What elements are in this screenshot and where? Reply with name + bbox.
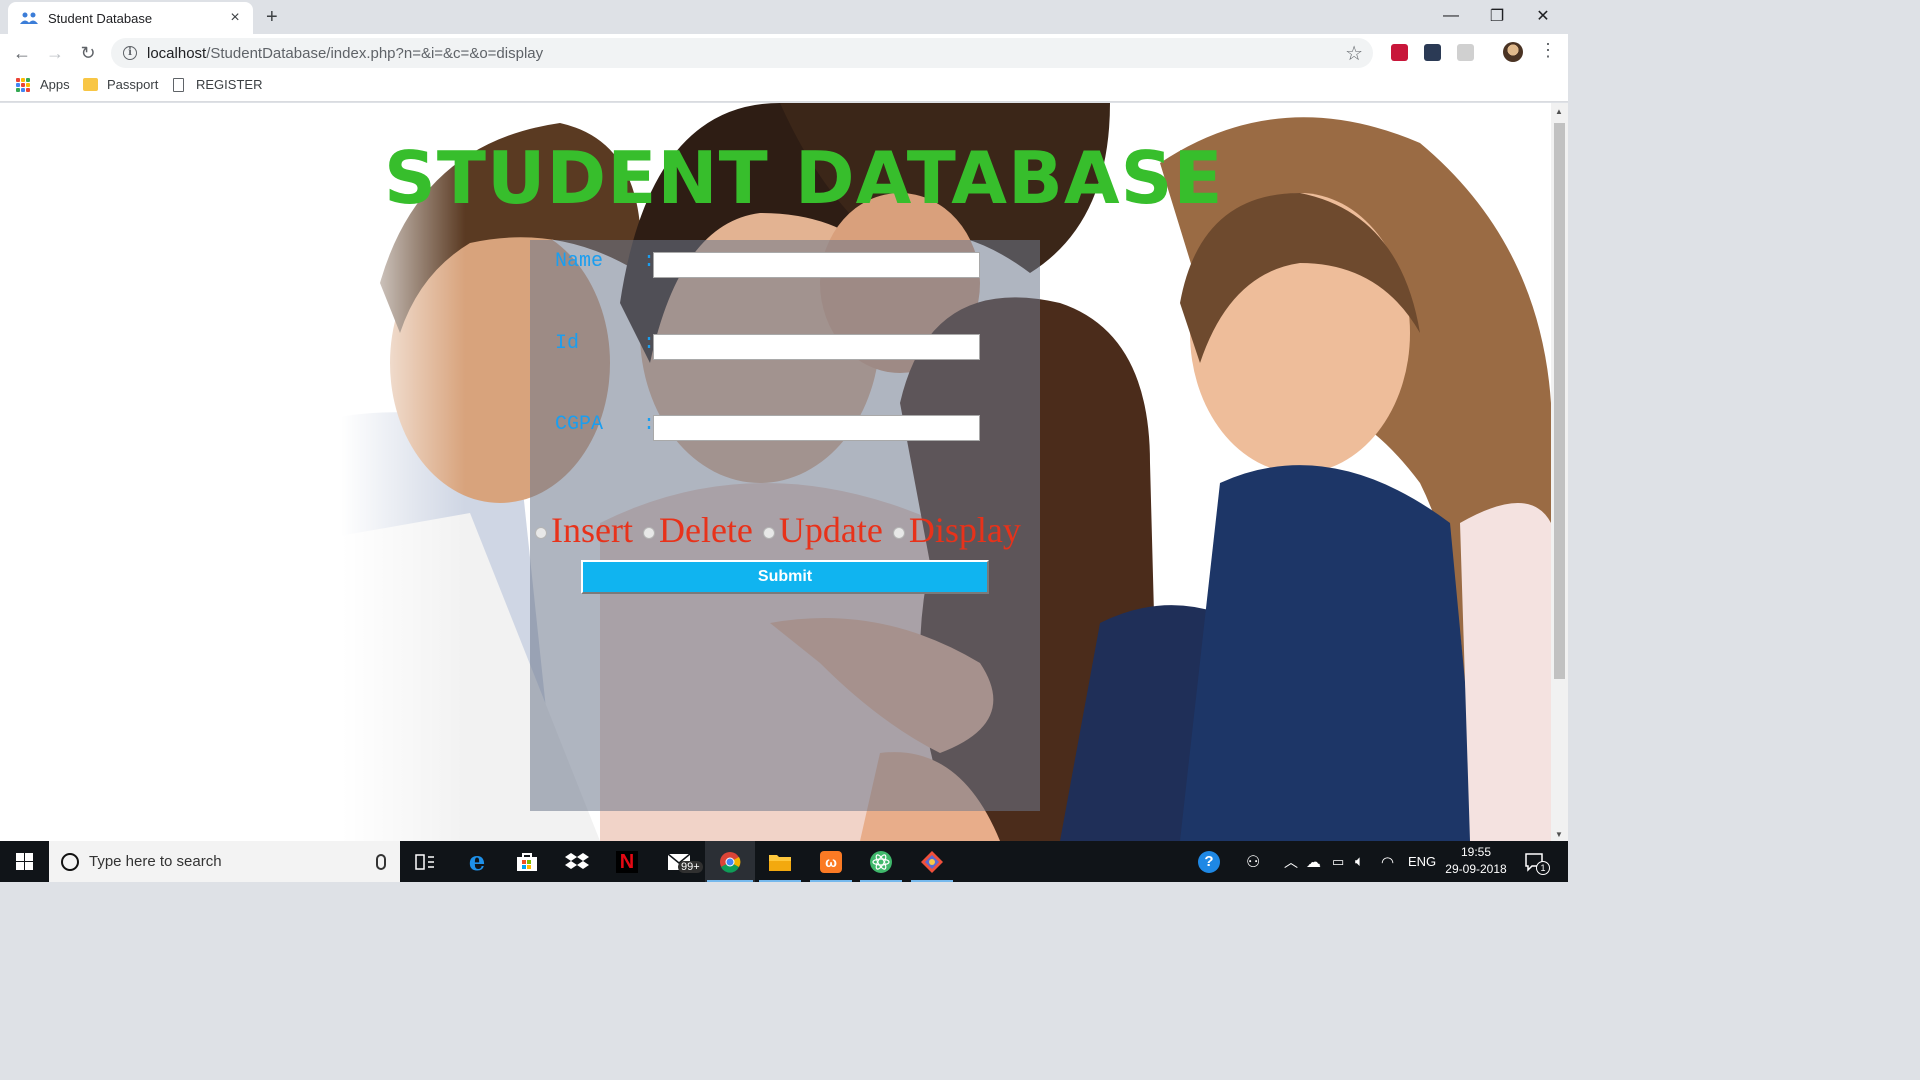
radio-insert-dot[interactable]: [535, 527, 547, 539]
scrollbar-thumb[interactable]: [1554, 123, 1565, 679]
radio-delete[interactable]: Delete: [642, 509, 753, 551]
mail-badge: 99+: [678, 861, 703, 873]
xampp-icon[interactable]: ω: [806, 841, 856, 882]
windows-taskbar: Type here to search e N 99+ ω ? ⚇ ︿ ☁ ▭ …: [0, 841, 1568, 882]
bookmark-star-icon[interactable]: ☆: [1345, 41, 1363, 66]
extension-grey-icon[interactable]: [1457, 44, 1474, 61]
forward-icon[interactable]: →: [42, 40, 68, 66]
windows-logo-icon: [15, 853, 33, 870]
submit-button[interactable]: Submit: [581, 560, 989, 594]
radio-insert-label: Insert: [551, 510, 633, 550]
student-form-panel: Name : Id : CGPA : Insert Delete Update: [530, 240, 1040, 811]
address-bar[interactable]: i localhost/StudentDatabase/index.php?n=…: [111, 38, 1373, 68]
apps-grid-icon: [16, 77, 30, 92]
action-center-icon[interactable]: 1: [1524, 841, 1550, 882]
notification-count: 1: [1536, 861, 1550, 875]
radio-update[interactable]: Update: [762, 509, 883, 551]
file-explorer-icon[interactable]: [755, 841, 805, 882]
start-button[interactable]: [0, 841, 48, 882]
tab-title: Student Database: [48, 10, 153, 26]
tab-student-database[interactable]: Student Database ×: [8, 2, 253, 34]
id-label: Id: [555, 332, 580, 355]
minimize-button[interactable]: —: [1428, 0, 1474, 32]
info-icon[interactable]: i: [123, 46, 137, 60]
radio-display[interactable]: Display: [892, 509, 1021, 551]
extension-dark-icon[interactable]: [1424, 44, 1441, 61]
edge-browser-icon[interactable]: e: [452, 841, 502, 882]
store-icon[interactable]: [502, 841, 552, 882]
tab-close-icon[interactable]: ×: [227, 9, 243, 27]
wifi-icon[interactable]: ◠: [1381, 841, 1394, 882]
help-icon[interactable]: ?: [1198, 841, 1220, 882]
chrome-icon[interactable]: [705, 841, 755, 882]
maximize-button[interactable]: ❐: [1474, 0, 1520, 32]
taskbar-search[interactable]: Type here to search: [49, 841, 400, 882]
folder-icon: [83, 78, 98, 91]
task-view-icon[interactable]: [400, 841, 450, 882]
atom-icon[interactable]: [856, 841, 906, 882]
profile-avatar[interactable]: [1503, 42, 1523, 62]
name-label: Name: [555, 250, 604, 273]
bookmark-apps[interactable]: Apps: [16, 77, 70, 92]
search-placeholder: Type here to search: [89, 853, 222, 870]
back-icon[interactable]: ←: [9, 40, 35, 66]
name-input[interactable]: [653, 252, 980, 278]
page-scrollbar[interactable]: ▲ ▼: [1551, 103, 1568, 841]
git-kraken-icon[interactable]: [907, 841, 957, 882]
bookmark-passport-label: Passport: [107, 77, 159, 92]
mail-icon[interactable]: 99+: [654, 841, 704, 882]
battery-icon[interactable]: ▭: [1332, 841, 1344, 882]
system-clock[interactable]: 19:55 29-09-2018: [1440, 844, 1512, 878]
radio-delete-dot[interactable]: [642, 527, 655, 539]
browser-toolbar: ← → ↻ i localhost/StudentDatabase/index.…: [0, 34, 1568, 72]
radio-insert[interactable]: Insert: [535, 509, 633, 551]
scroll-up-icon[interactable]: ▲: [1555, 107, 1563, 116]
operation-radio-group: Insert Delete Update Display: [535, 508, 1040, 552]
browser-menu-icon[interactable]: ⋮: [1539, 40, 1557, 61]
radio-display-label: Display: [908, 510, 1021, 550]
extension-red-icon[interactable]: [1391, 44, 1408, 61]
clock-date: 29-09-2018: [1445, 862, 1507, 876]
clock-time: 19:55: [1460, 845, 1492, 859]
people-favicon-icon: [20, 12, 38, 24]
tab-strip: Student Database × + — ❐ ✕: [0, 0, 1568, 34]
page-icon: [173, 77, 184, 92]
dropbox-icon[interactable]: [552, 841, 602, 882]
reload-icon[interactable]: ↻: [75, 40, 101, 66]
bookmark-passport[interactable]: Passport: [83, 77, 158, 92]
microphone-icon[interactable]: [376, 853, 386, 870]
language-indicator[interactable]: ENG: [1408, 841, 1436, 882]
url-path: /StudentDatabase/index.php?n=&i=&c=&o=di…: [206, 44, 544, 62]
bookmark-apps-label: Apps: [40, 77, 70, 92]
page-title: STUDENT DATABASE: [384, 136, 1224, 220]
radio-update-label: Update: [778, 510, 883, 550]
url-host: localhost: [147, 44, 207, 62]
radio-display-dot[interactable]: [892, 527, 905, 539]
page-viewport: STUDENT DATABASE Name : Id : CGPA : Inse…: [0, 103, 1551, 841]
bookmarks-bar: Apps Passport REGISTER: [0, 72, 1568, 102]
show-hidden-icons[interactable]: ︿: [1284, 841, 1298, 882]
new-tab-button[interactable]: +: [266, 6, 278, 29]
cloud-sync-icon[interactable]: ☁: [1306, 841, 1321, 882]
people-icon[interactable]: ⚇: [1246, 841, 1260, 882]
scroll-down-icon[interactable]: ▼: [1555, 830, 1563, 839]
cgpa-input[interactable]: [653, 415, 980, 441]
netflix-icon[interactable]: N: [602, 841, 652, 882]
window-close-button[interactable]: ✕: [1520, 0, 1566, 32]
cortana-icon: [61, 852, 79, 871]
id-input[interactable]: [653, 334, 980, 360]
radio-update-dot[interactable]: [762, 527, 775, 539]
bookmark-register[interactable]: REGISTER: [173, 77, 262, 92]
cgpa-label: CGPA: [555, 413, 604, 436]
volume-icon[interactable]: 🔈︎: [1355, 841, 1364, 882]
bookmark-register-label: REGISTER: [196, 77, 263, 92]
radio-delete-label: Delete: [658, 510, 753, 550]
